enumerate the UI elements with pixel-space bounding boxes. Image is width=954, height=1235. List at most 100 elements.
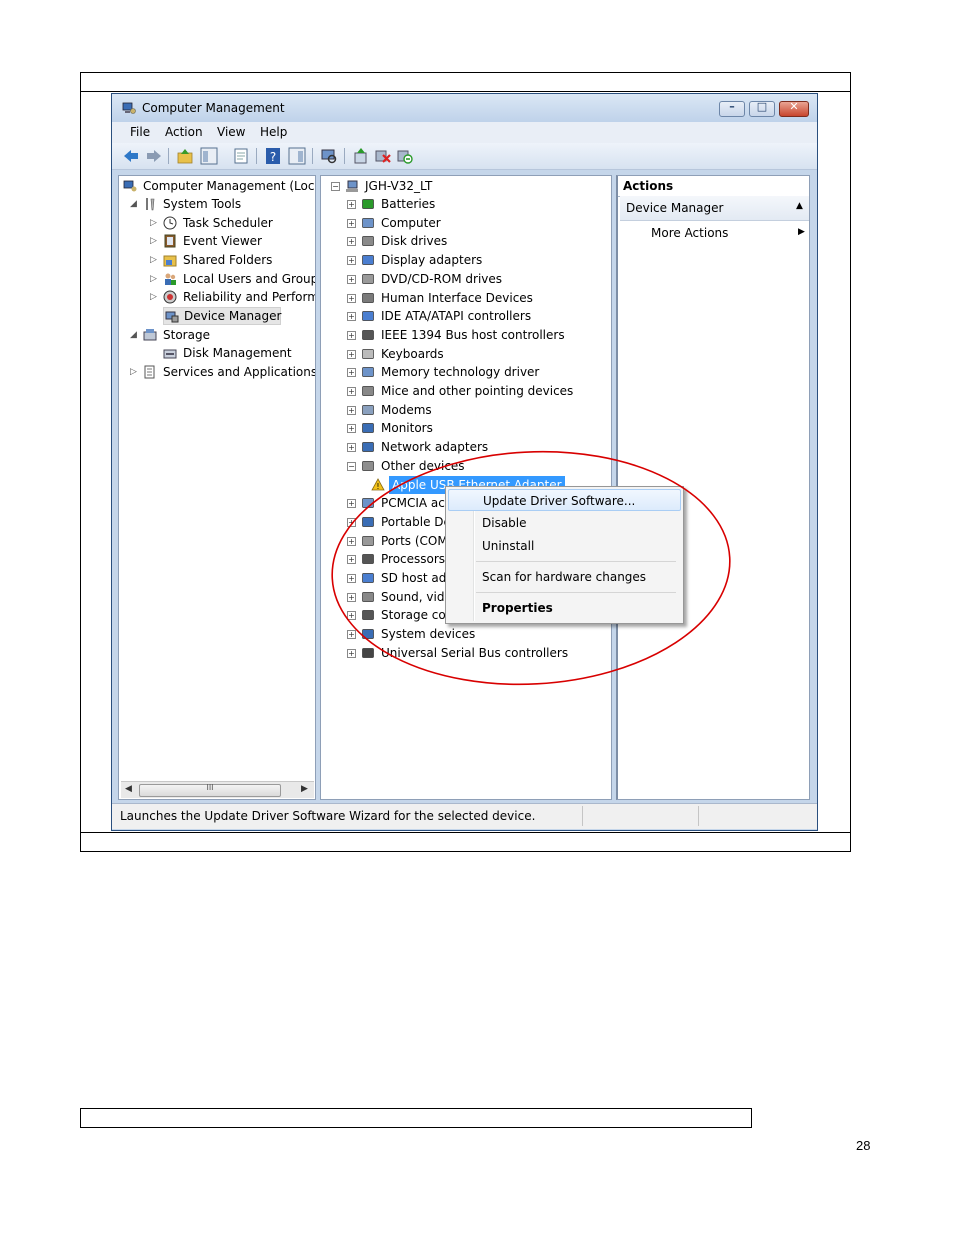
collapse-icon[interactable]: − [331,182,340,191]
menu-help[interactable]: Help [260,125,287,139]
scan-hardware-icon[interactable] [320,147,338,165]
close-button[interactable]: ✕ [779,100,809,117]
expand-icon[interactable]: + [347,330,356,340]
shared-folder-icon [163,255,177,267]
collapse-up-arrow-icon[interactable]: ▲ [796,201,803,211]
collapsed-arrow-icon[interactable]: ▷ [149,219,158,228]
expand-icon[interactable]: + [347,648,356,658]
expand-icon[interactable]: + [347,574,356,583]
scrollbar-thumb[interactable]: III [139,783,281,797]
tree-item-label: Disk Management [183,346,292,360]
menu-item-label: Update Driver Software... [483,494,636,508]
expanded-arrow-icon[interactable]: ◢ [129,331,138,340]
menu-item-label: Uninstall [482,539,535,553]
menu-view[interactable]: View [217,125,245,139]
menu-file[interactable]: File [130,125,150,139]
status-bar: Launches the Update Driver Software Wiza… [112,803,817,829]
menu-separator [476,592,676,593]
expand-icon[interactable]: + [347,499,356,509]
uninstall-device-icon[interactable] [374,147,392,165]
expand-icon[interactable]: + [347,592,356,602]
expand-icon[interactable]: + [347,237,356,247]
collapsed-arrow-icon[interactable]: ▷ [149,256,158,265]
device-category-label: Modems [381,402,432,417]
tree-item-label: Event Viewer [183,234,262,248]
port-icon [362,535,374,546]
device-category-label: Processors [381,552,446,567]
forward-arrow-icon[interactable] [145,147,163,165]
menu-item-label: Properties [482,601,553,615]
menu-separator [476,561,676,562]
tree-item-device-manager[interactable]: Device Manager [163,307,281,325]
update-driver-icon[interactable] [352,147,370,165]
expand-icon[interactable]: + [347,536,356,546]
expand-icon[interactable]: + [347,200,356,209]
menu-item-uninstall[interactable]: Uninstall [446,535,683,557]
clock-icon [163,216,177,230]
show-hide-tree-icon[interactable] [200,147,218,165]
scroll-left-arrow-icon[interactable]: ◀ [125,784,132,794]
pcmcia-icon [362,498,374,509]
document-frame-top [80,72,851,92]
maximize-button[interactable]: □ [749,100,775,117]
scroll-right-arrow-icon[interactable]: ▶ [301,784,308,794]
expand-icon[interactable]: + [347,517,356,527]
battery-icon [362,199,374,209]
expand-icon[interactable]: + [347,312,356,322]
up-folder-icon[interactable] [176,147,194,165]
expand-icon[interactable]: + [347,368,356,378]
menu-action[interactable]: Action [165,125,203,139]
system-device-icon [362,629,374,639]
action-more-actions[interactable]: More Actions ▶ [620,224,809,244]
expand-icon[interactable]: + [347,611,356,621]
expand-icon[interactable]: + [347,218,356,228]
warning-device-icon: ! [371,477,385,491]
device-category-label: Network adapters [381,440,489,455]
device-category-label: Batteries [381,197,436,211]
device-manager-icon [165,311,179,323]
action-label: More Actions [651,226,729,240]
expand-icon[interactable]: + [347,256,356,266]
back-arrow-icon[interactable] [122,147,140,165]
device-category-label: Universal Serial Bus controllers [381,645,569,660]
tree-item-label: System Tools [163,197,242,211]
services-icon [144,365,155,379]
disk-management-icon [163,349,177,359]
expand-icon[interactable]: + [347,630,356,640]
expand-icon[interactable]: + [347,424,356,434]
collapsed-arrow-icon[interactable]: ▷ [129,368,138,377]
actions-section-label: Device Manager [626,201,724,215]
properties-page-icon[interactable] [232,147,250,165]
disk-drive-icon [362,236,374,247]
actions-section-device-manager[interactable]: Device Manager ▲ [620,196,809,221]
expand-icon[interactable]: + [347,349,356,359]
show-action-pane-icon[interactable] [288,147,306,165]
expand-icon[interactable]: + [347,443,356,453]
expand-icon[interactable]: + [347,293,356,303]
device-category-label: Monitors [381,421,433,436]
title-bar[interactable]: Computer Management – □ ✕ [112,94,817,122]
menu-item-update-driver[interactable]: Update Driver Software... [448,489,681,511]
help-icon[interactable]: ? [264,147,282,165]
expand-icon[interactable]: + [347,405,356,415]
computer-icon [346,180,358,192]
storage-icon [143,329,157,341]
usb-icon [362,647,374,658]
document-frame-side-right [818,91,851,833]
minimize-button[interactable]: – [719,100,745,117]
expanded-arrow-icon[interactable]: ◢ [129,200,138,209]
expand-icon[interactable]: + [347,555,356,565]
status-divider [698,806,699,826]
device-category-label: PCMCIA ac [381,496,445,511]
disable-device-icon[interactable] [396,147,414,165]
menu-item-scan-hardware[interactable]: Scan for hardware changes [446,566,683,588]
menu-item-disable[interactable]: Disable [446,512,683,534]
expand-icon[interactable]: + [347,274,356,284]
collapsed-arrow-icon[interactable]: ▷ [149,293,158,302]
expand-icon[interactable]: + [347,387,356,396]
menu-item-properties[interactable]: Properties [446,597,683,619]
collapse-icon[interactable]: − [347,461,356,471]
collapsed-arrow-icon[interactable]: ▷ [149,275,158,284]
collapsed-arrow-icon[interactable]: ▷ [149,237,158,246]
horizontal-scrollbar[interactable]: ◀ III ▶ [121,781,314,798]
